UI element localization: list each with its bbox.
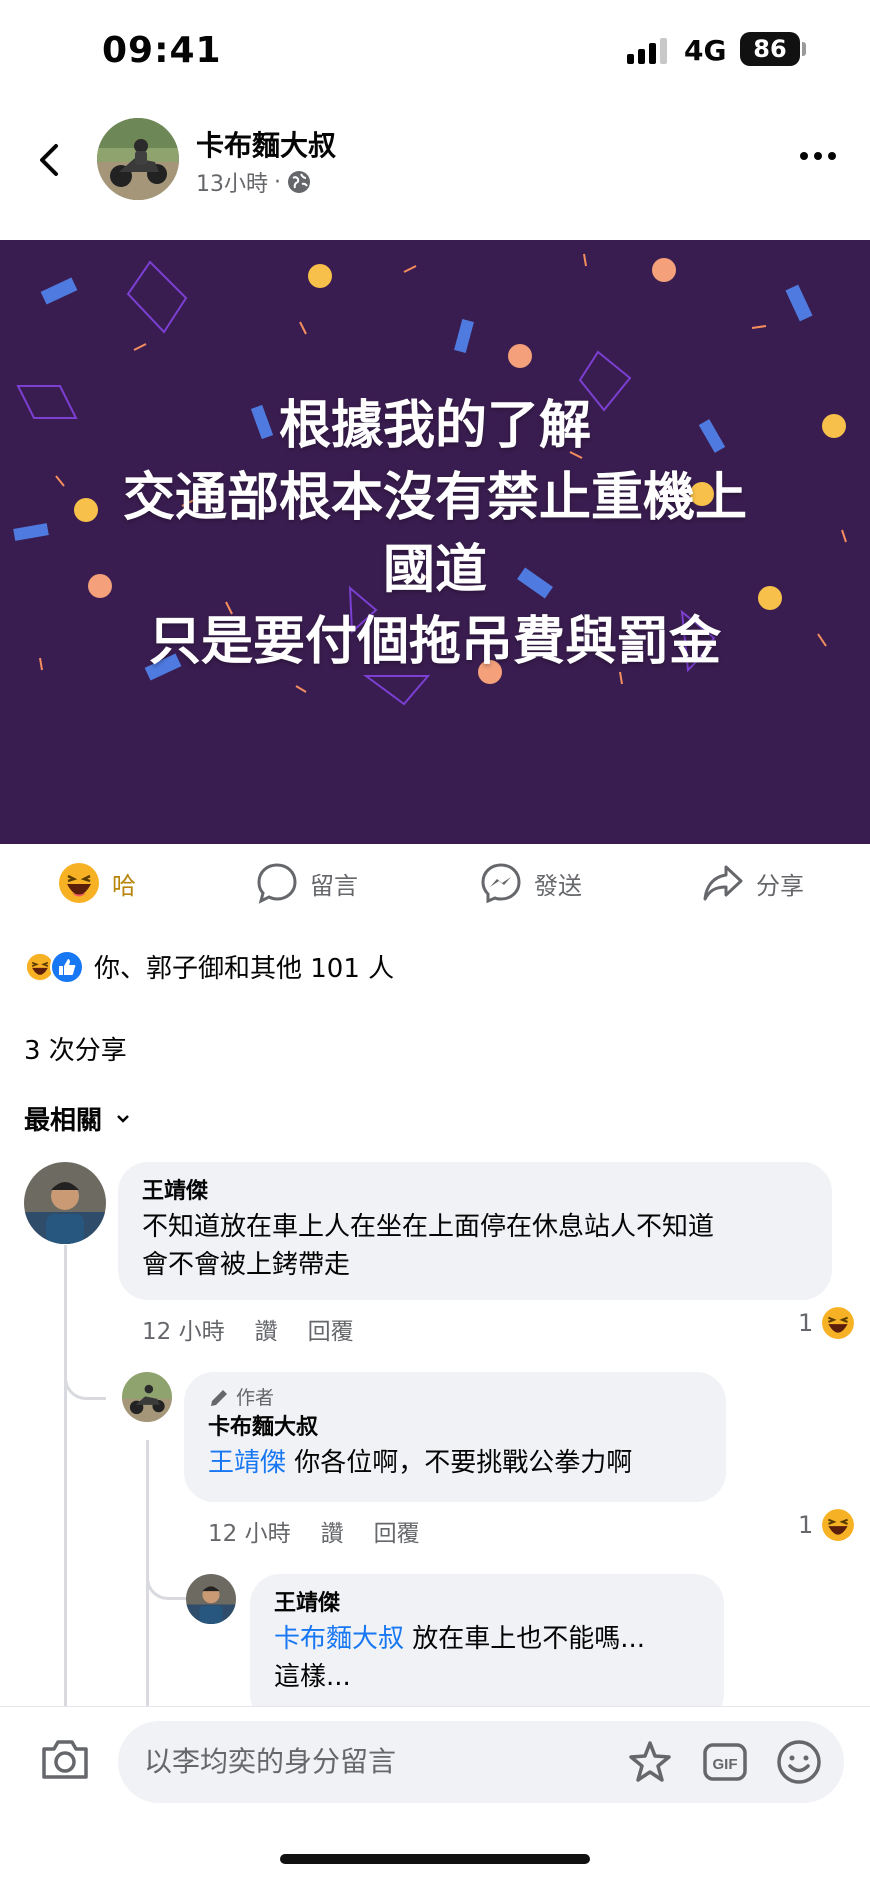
comment-bubble[interactable]: 王靖傑 不知道放在車上人在坐在上面停在休息站人不知道 會不會被上銬帶走 <box>118 1162 832 1300</box>
home-indicator[interactable] <box>280 1854 590 1864</box>
gif-button[interactable]: GIF <box>702 1739 748 1785</box>
smiley-icon <box>777 1740 821 1784</box>
like-icon <box>50 949 84 984</box>
comment-time: 12 小時 <box>208 1521 291 1547</box>
motorcycle-photo-icon <box>122 1372 172 1422</box>
haha-emoji-icon <box>822 1307 855 1339</box>
back-arrow-icon <box>40 144 58 176</box>
comment-label: 留言 <box>310 871 358 900</box>
comment-composer: GIF <box>0 1706 870 1806</box>
comment-bubble[interactable]: 作者 卡布麵大叔 王靖傑 你各位啊，不要挑戰公拳力啊 <box>184 1372 726 1502</box>
share-label: 分享 <box>756 871 804 900</box>
pencil-icon <box>211 1390 227 1406</box>
reaction-summary-text: 你、郭子御和其他 101 人 <box>94 954 395 984</box>
post-time: 13小時 <box>196 172 268 197</box>
commenter-avatar[interactable] <box>186 1574 236 1624</box>
banner-line: 交通部根本沒有禁止重機上 <box>122 468 747 528</box>
author-name[interactable]: 卡布麵大叔 <box>196 124 336 164</box>
author-badge: 作者 <box>208 1384 702 1412</box>
comment-bubble-icon <box>257 863 297 904</box>
commenter-avatar[interactable] <box>24 1162 106 1244</box>
globe-icon <box>288 171 310 193</box>
share-arrow-icon <box>703 865 743 901</box>
banner-line: 根據我的了解 <box>278 396 591 456</box>
action-bar: 哈 留言 發送 分享 <box>0 844 870 928</box>
banner-text: 根據我的了解 交通部根本沒有禁止重機上 國道 只是要付個拖吊費與罰金 <box>0 390 870 678</box>
comment-text: 會不會被上銬帶走 <box>142 1250 351 1280</box>
comment-text: 王靖傑 你各位啊，不要挑戰公拳力啊 <box>208 1444 702 1482</box>
back-button[interactable] <box>30 130 70 190</box>
battery-icon: 86 <box>740 32 800 66</box>
haha-emoji-icon <box>59 863 99 903</box>
comment-author[interactable]: 王靖傑 <box>142 1176 808 1208</box>
user-photo-icon <box>186 1574 236 1624</box>
motorcycle-photo-icon <box>97 118 179 200</box>
like-link[interactable]: 讚 <box>255 1312 278 1346</box>
comment-button[interactable]: 留言 <box>256 862 358 904</box>
thread-connector <box>64 1340 106 1400</box>
thread-line <box>64 1245 67 1706</box>
reply-link[interactable]: 回覆 <box>308 1312 354 1346</box>
comment-meta: 12 小時 讚 回覆 <box>208 1514 420 1548</box>
user-photo-icon <box>24 1162 106 1244</box>
author-badge-label: 作者 <box>236 1387 275 1409</box>
mention-link[interactable]: 王靖傑 <box>208 1448 286 1478</box>
meta-dot: · <box>274 169 281 195</box>
share-button[interactable]: 分享 <box>702 862 804 904</box>
camera-icon <box>42 1740 88 1779</box>
battery-tip <box>802 42 806 56</box>
reply-link[interactable]: 回覆 <box>374 1514 420 1548</box>
like-link[interactable]: 讚 <box>321 1514 344 1548</box>
status-time: 09:41 <box>102 30 222 71</box>
comment-author[interactable]: 卡布麵大叔 <box>208 1412 702 1444</box>
banner-line: 只是要付個拖吊費與罰金 <box>148 612 721 672</box>
post-header: 卡布麵大叔 13小時 · <box>0 100 870 240</box>
sort-label: 最相關 <box>24 1106 103 1136</box>
network-type: 4G <box>684 34 727 67</box>
comment-text: 卡布麵大叔 放在車上也不能嗎... <box>274 1620 700 1658</box>
chevron-down-icon <box>117 1114 129 1123</box>
thread-connector <box>146 1540 188 1600</box>
emoji-button[interactable] <box>776 1739 822 1785</box>
comment-bubble[interactable]: 王靖傑 卡布麵大叔 放在車上也不能嗎... 這樣... <box>250 1574 724 1724</box>
comment-text: 不知道放在車上人在坐在上面停在休息站人不知道 <box>142 1212 715 1242</box>
author-avatar[interactable] <box>97 118 179 200</box>
react-label: 哈 <box>112 871 136 900</box>
gif-icon: GIF <box>703 1743 747 1781</box>
messenger-icon <box>481 863 521 904</box>
signal-icon <box>627 38 667 64</box>
comment-text: 這樣... <box>274 1662 351 1692</box>
avatar-sticker-button[interactable] <box>626 1739 672 1785</box>
status-bar: 09:41 4G 86 <box>0 0 870 100</box>
sticker-star-icon <box>629 1741 671 1782</box>
haha-reaction-button[interactable]: 哈 <box>58 862 136 904</box>
comment-author[interactable]: 王靖傑 <box>274 1588 700 1620</box>
comment-time: 12 小時 <box>142 1319 225 1345</box>
send-label: 發送 <box>534 871 582 900</box>
comment-sort-dropdown[interactable]: 最相關 <box>24 1100 130 1137</box>
share-count[interactable]: 3 次分享 <box>24 1030 127 1067</box>
comment-meta: 12 小時 讚 回覆 <box>142 1312 354 1346</box>
svg-text:GIF: GIF <box>713 1756 738 1773</box>
mention-link[interactable]: 卡布麵大叔 <box>274 1624 404 1654</box>
reaction-count: 1 <box>798 1511 814 1539</box>
comment-reactions[interactable]: 1 <box>798 1508 855 1542</box>
commenter-avatar[interactable] <box>122 1372 172 1422</box>
comment-body: 放在車上也不能嗎... <box>404 1624 646 1654</box>
post-banner: 根據我的了解 交通部根本沒有禁止重機上 國道 只是要付個拖吊費與罰金 <box>0 240 870 844</box>
haha-emoji-icon <box>822 1509 855 1541</box>
reaction-summary[interactable]: 你、郭子御和其他 101 人 <box>24 948 394 985</box>
banner-line: 國道 <box>382 540 487 600</box>
camera-button[interactable] <box>40 1737 90 1781</box>
send-button[interactable]: 發送 <box>480 862 582 904</box>
post-meta: 13小時 · <box>196 166 311 198</box>
reaction-count: 1 <box>798 1309 814 1337</box>
more-options-button[interactable] <box>800 144 844 168</box>
comment-reactions[interactable]: 1 <box>798 1306 855 1340</box>
comment-body: 你各位啊，不要挑戰公拳力啊 <box>286 1448 633 1478</box>
